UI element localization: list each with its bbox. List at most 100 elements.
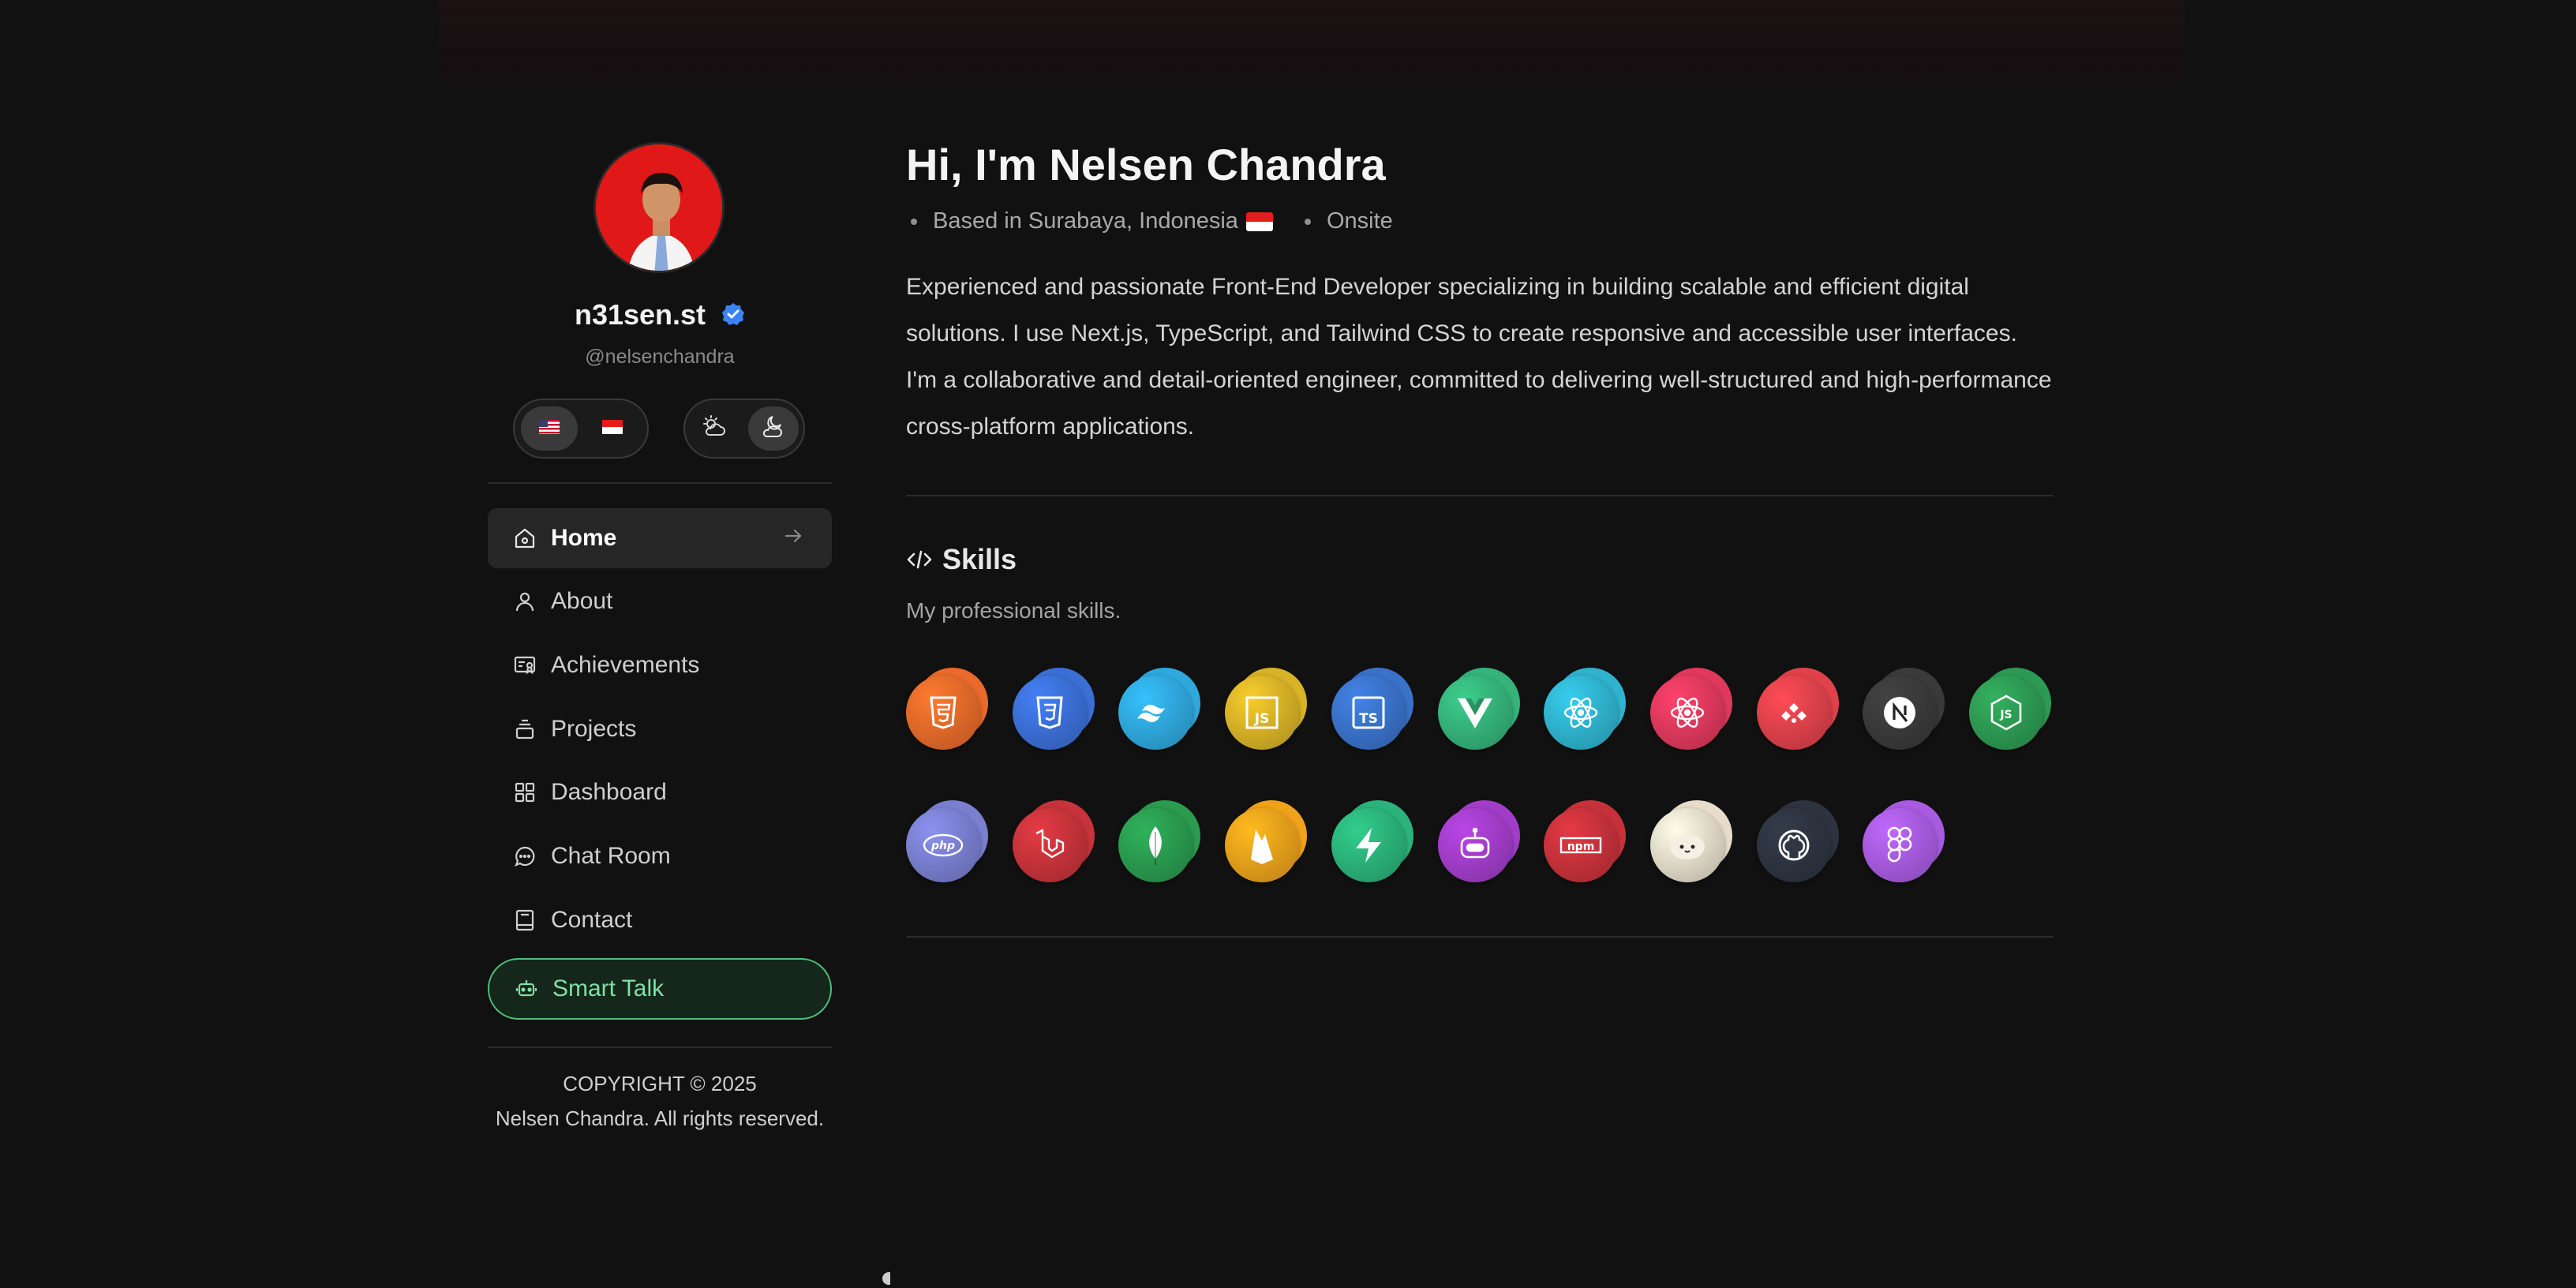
language-toggle <box>513 399 649 459</box>
bullet-dot <box>911 218 917 225</box>
skill-item[interactable] <box>1118 668 1200 750</box>
supabase-icon <box>1331 808 1406 882</box>
nav-item-home[interactable]: Home <box>488 508 832 568</box>
redux-react-icon <box>1650 676 1724 750</box>
skill-item[interactable] <box>1757 668 1839 750</box>
svg-text:JS: JS <box>1254 711 1270 727</box>
skill-item[interactable] <box>1863 668 1945 750</box>
skill-item[interactable] <box>1544 668 1626 750</box>
bun-icon <box>1650 808 1724 882</box>
svg-text:JS: JS <box>1999 709 2012 721</box>
copyright-line: COPYRIGHT © 2025 <box>563 1072 757 1095</box>
skill-item[interactable]: JS <box>1969 668 2051 750</box>
bullet-dot <box>1304 218 1311 225</box>
us-flag-icon <box>539 419 560 438</box>
user-handle: @nelsenchandra <box>585 346 735 368</box>
skills-subtitle: My professional skills. <box>906 598 1121 623</box>
nav-label-about: About <box>551 588 613 614</box>
tailwind-icon <box>1118 676 1193 750</box>
skill-item[interactable] <box>1650 800 1732 882</box>
react-icon <box>1544 676 1618 750</box>
nav-label-chat-room: Chat Room <box>551 843 671 869</box>
certificate-icon <box>511 652 538 679</box>
verified-badge-icon <box>721 300 745 333</box>
username: n31sen.st <box>574 298 706 331</box>
bot-icon <box>1438 808 1512 882</box>
typescript-icon: TS <box>1331 676 1406 750</box>
robot-icon <box>513 975 540 1002</box>
vue-icon <box>1438 676 1512 750</box>
arrow-right-icon <box>781 524 805 554</box>
nav-item-dashboard[interactable]: Dashboard <box>488 762 832 822</box>
skill-item[interactable] <box>1013 668 1095 750</box>
skill-item[interactable] <box>1225 800 1307 882</box>
nav-item-achievements[interactable]: Achievements <box>488 635 832 695</box>
skills-title: Skills <box>942 543 1017 575</box>
svg-text:npm: npm <box>1567 841 1595 853</box>
nav-label-projects: Projects <box>551 716 637 742</box>
smart-talk-button[interactable]: Smart Talk <box>488 958 832 1020</box>
npm-icon: npm <box>1544 808 1618 882</box>
svg-text:TS: TS <box>1359 711 1378 727</box>
nav-item-contact[interactable]: Contact <box>488 890 832 950</box>
light-theme-option[interactable] <box>687 406 742 451</box>
github-icon <box>1757 808 1831 882</box>
section-divider-bottom <box>906 936 2054 938</box>
skill-item[interactable]: JS <box>1225 668 1307 750</box>
firebase-icon <box>1225 808 1299 882</box>
nav-label-dashboard: Dashboard <box>551 779 667 805</box>
skill-item[interactable]: TS <box>1331 668 1413 750</box>
nodejs-icon: JS <box>1969 676 2043 750</box>
language-option-id[interactable] <box>584 406 641 451</box>
nav-label-home: Home <box>551 525 617 551</box>
sun-cloud-icon <box>701 414 728 444</box>
moon-cloud-icon <box>760 414 787 444</box>
figma-icon <box>1863 808 1937 882</box>
skill-item[interactable] <box>1438 800 1520 882</box>
skill-item[interactable] <box>1331 800 1413 882</box>
dark-theme-option[interactable] <box>748 406 799 451</box>
theme-toggle <box>683 399 805 459</box>
skill-item[interactable] <box>1650 668 1732 750</box>
work-mode-text: Onsite <box>1326 208 1393 234</box>
bio-paragraph: Experienced and passionate Front-End Dev… <box>906 274 2052 440</box>
code-icon <box>906 546 933 573</box>
smart-talk-label: Smart Talk <box>552 975 665 1002</box>
php-icon: php <box>906 808 980 882</box>
nextjs-icon <box>1863 676 1937 750</box>
css3-icon <box>1013 676 1087 750</box>
book-icon <box>511 907 538 934</box>
scroll-indicator <box>882 1272 890 1285</box>
skill-item[interactable]: npm <box>1544 800 1626 882</box>
redux-dots-icon <box>1757 676 1831 750</box>
top-banner <box>439 0 2185 93</box>
stack-icon <box>511 716 538 743</box>
skill-item[interactable] <box>1013 800 1095 882</box>
home-icon <box>511 525 538 552</box>
skill-item[interactable]: php <box>906 800 988 882</box>
chat-icon <box>511 843 538 870</box>
skill-item[interactable] <box>1757 800 1839 882</box>
language-option-en[interactable] <box>521 406 578 451</box>
laravel-icon <box>1013 808 1087 882</box>
rights-line: Nelsen Chandra. All rights reserved. <box>495 1106 825 1130</box>
javascript-icon: JS <box>1225 676 1299 750</box>
skill-item[interactable] <box>1118 800 1200 882</box>
indonesia-flag-icon <box>602 419 623 438</box>
skill-item[interactable] <box>1863 800 1945 882</box>
nav-label-contact: Contact <box>551 907 633 933</box>
meta-row: Based in Surabaya, Indonesia Onsite <box>906 208 1393 234</box>
page-title: Hi, I'm Nelsen Chandra <box>906 140 1386 189</box>
mongodb-icon <box>1118 808 1193 882</box>
avatar <box>593 142 724 273</box>
nav-label-achievements: Achievements <box>551 652 700 678</box>
skill-item[interactable] <box>1438 668 1520 750</box>
sidebar-divider-bottom <box>488 1046 832 1048</box>
skill-item[interactable] <box>906 668 988 750</box>
html5-icon <box>906 676 980 750</box>
nav-item-projects[interactable]: Projects <box>488 699 832 759</box>
nav-item-about[interactable]: About <box>488 571 832 631</box>
skills-heading: Skills <box>906 543 1017 576</box>
nav-item-chat-room[interactable]: Chat Room <box>488 826 832 886</box>
section-divider <box>906 495 2054 496</box>
